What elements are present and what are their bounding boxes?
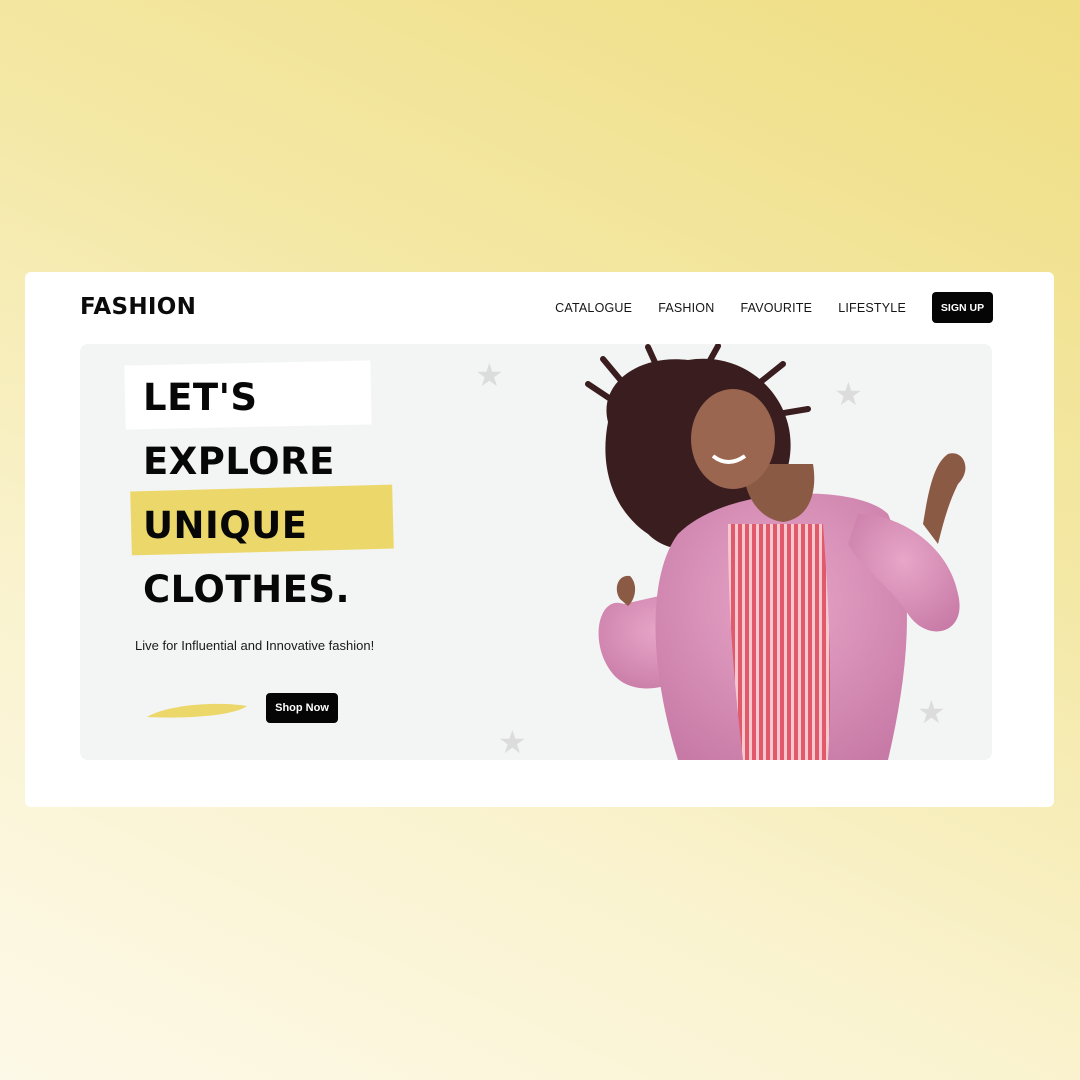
sign-up-button[interactable]: SIGN UP xyxy=(932,292,993,323)
main-nav: CATALOGUE FASHION FAVOURITE LIFESTYLE SI… xyxy=(555,292,993,323)
headline-line-2: EXPLORE xyxy=(143,440,335,483)
model-photo xyxy=(585,344,966,760)
headline-line-1: LET'S xyxy=(143,376,258,419)
headline-line-4: CLOTHES. xyxy=(143,568,351,611)
nav-item-fashion[interactable]: FASHION xyxy=(658,301,714,315)
nav-item-favourite[interactable]: FAVOURITE xyxy=(740,301,812,315)
shop-now-button[interactable]: Shop Now xyxy=(266,693,338,723)
headline-line-3: UNIQUE xyxy=(143,504,308,547)
landing-page-card: FASHION CATALOGUE FASHION FAVOURITE LIFE… xyxy=(25,272,1054,807)
hero-banner: LET'S EXPLORE UNIQUE CLOTHES. Live for I… xyxy=(80,344,992,760)
star-icon: ★ xyxy=(498,723,527,760)
nav-item-catalogue[interactable]: CATALOGUE xyxy=(555,301,632,315)
hero-tagline: Live for Influential and Innovative fash… xyxy=(135,638,375,653)
brush-swoosh-decoration xyxy=(147,703,247,718)
nav-item-lifestyle[interactable]: LIFESTYLE xyxy=(838,301,906,315)
star-icon: ★ xyxy=(475,356,504,394)
site-logo[interactable]: FASHION xyxy=(80,294,196,320)
